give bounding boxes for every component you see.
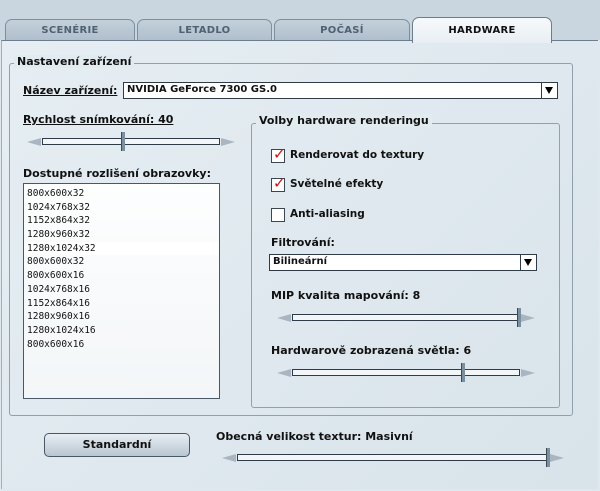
chevron-down-icon[interactable] bbox=[520, 255, 536, 270]
render-to-texture-checkbox[interactable]: ✓ bbox=[271, 145, 286, 163]
light-effects-checkbox[interactable]: ✓ bbox=[271, 174, 286, 192]
resolution-list-item[interactable]: 1280x960x16 bbox=[24, 310, 219, 324]
device-name-value: NVIDIA GeForce 7300 GS.0 bbox=[127, 84, 277, 95]
device-name-dropdown[interactable]: NVIDIA GeForce 7300 GS.0 bbox=[123, 82, 558, 99]
tab-scenerie[interactable]: SCENÉRIE bbox=[5, 19, 135, 42]
slider-track[interactable] bbox=[292, 369, 520, 376]
rendering-options-title: Volby hardware renderingu bbox=[256, 114, 432, 127]
standard-button[interactable]: Standardní bbox=[44, 433, 190, 457]
slider-decrease-icon[interactable] bbox=[27, 138, 41, 146]
resolution-list-item[interactable]: 1024x768x32 bbox=[24, 201, 219, 215]
mip-quality-slider[interactable] bbox=[277, 308, 535, 327]
mip-quality-label: MIP kvalita mapování: 8 bbox=[271, 289, 421, 302]
anti-aliasing-checkbox[interactable] bbox=[271, 208, 285, 222]
light-effects-label[interactable]: Světelné efekty bbox=[290, 178, 383, 190]
slider-increase-icon[interactable] bbox=[521, 369, 535, 377]
render-to-texture-label[interactable]: Renderovat do textury bbox=[290, 149, 424, 161]
resolution-list-item[interactable]: 800x600x32 bbox=[24, 255, 219, 269]
resolutions-label: Dostupné rozlišení obrazovky: bbox=[23, 167, 211, 180]
hardware-lights-label: Hardwarově zobrazená světla: 6 bbox=[271, 344, 472, 357]
filtering-value: Bilineární bbox=[273, 256, 328, 267]
tab-letadlo[interactable]: LETADLO bbox=[137, 19, 272, 42]
tab-pocasi[interactable]: POČASÍ bbox=[274, 19, 410, 42]
resolution-list[interactable]: 800x600x32 1024x768x32 1152x864x32 1280x960… bbox=[23, 183, 220, 399]
device-settings-title: Nastavení zařízení bbox=[14, 55, 135, 68]
filtering-label: Filtrování: bbox=[271, 236, 335, 249]
texture-size-slider[interactable] bbox=[222, 448, 564, 467]
slider-decrease-icon[interactable] bbox=[222, 454, 236, 462]
slider-track[interactable] bbox=[42, 138, 220, 145]
slider-increase-icon[interactable] bbox=[521, 314, 535, 322]
resolution-list-item[interactable]: 800x600x32 bbox=[24, 187, 219, 201]
frame-rate-slider[interactable] bbox=[27, 132, 235, 151]
resolution-list-item[interactable]: 1280x1024x32 bbox=[24, 241, 219, 256]
resolution-list-item[interactable]: 1024x768x16 bbox=[24, 283, 219, 297]
slider-increase-icon[interactable] bbox=[221, 138, 235, 146]
slider-decrease-icon[interactable] bbox=[277, 314, 291, 322]
slider-thumb[interactable] bbox=[460, 363, 465, 382]
slider-thumb[interactable] bbox=[120, 132, 125, 151]
hardware-lights-slider[interactable] bbox=[277, 363, 535, 382]
checkmark-icon: ✓ bbox=[273, 174, 286, 192]
frame-rate-label: Rychlost snímkování: 40 bbox=[23, 113, 173, 126]
texture-size-label: Obecná velikost textur: Masivní bbox=[216, 430, 413, 443]
filtering-dropdown[interactable]: Bilineární bbox=[269, 254, 537, 271]
slider-track[interactable] bbox=[292, 314, 520, 321]
resolution-list-item[interactable]: 800x600x16 bbox=[24, 269, 219, 283]
slider-decrease-icon[interactable] bbox=[277, 369, 291, 377]
tab-hardware[interactable]: HARDWARE bbox=[412, 17, 552, 43]
resolution-list-item[interactable]: 1280x1024x16 bbox=[24, 324, 219, 338]
anti-aliasing-label[interactable]: Anti-aliasing bbox=[290, 208, 365, 220]
slider-track[interactable] bbox=[237, 454, 549, 461]
checkmark-icon: ✓ bbox=[273, 145, 286, 163]
resolution-list-item[interactable]: 1280x960x32 bbox=[24, 228, 219, 242]
frame-rate-label-text: Rychlost snímkování: 40 bbox=[23, 113, 174, 126]
device-name-label: Název zařízení: bbox=[23, 84, 118, 97]
resolution-list-item[interactable]: 1152x864x32 bbox=[24, 214, 219, 228]
chevron-down-icon[interactable] bbox=[541, 83, 557, 98]
resolution-list-item[interactable]: 800x600x16 bbox=[24, 338, 219, 352]
slider-increase-icon[interactable] bbox=[550, 454, 564, 462]
resolution-list-item[interactable]: 1152x864x16 bbox=[24, 297, 219, 311]
